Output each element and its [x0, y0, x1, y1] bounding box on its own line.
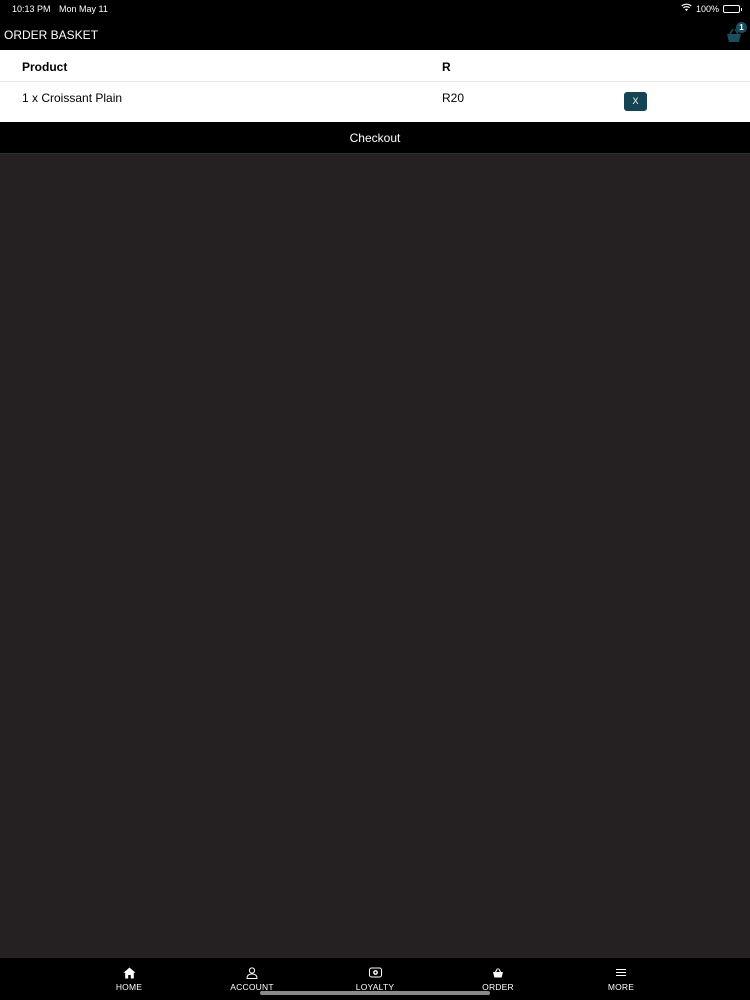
basket-button[interactable]: 1 — [724, 22, 748, 44]
cell-product-name: 1 x Croissant Plain — [22, 91, 123, 105]
page-title: ORDER BASKET — [4, 28, 99, 42]
account-icon — [246, 967, 258, 979]
checkout-button[interactable]: Checkout — [0, 122, 750, 154]
column-header-price: R — [442, 60, 451, 74]
tab-home[interactable]: HOME — [79, 958, 179, 1000]
status-bar: 10:13 PM Mon May 11 100% — [0, 0, 750, 18]
wifi-icon — [681, 3, 692, 14]
tab-label-more: MORE — [607, 982, 635, 992]
tab-label-home: HOME — [115, 982, 143, 992]
home-indicator[interactable] — [260, 991, 490, 995]
table-header: Product R — [0, 50, 750, 82]
remove-item-button[interactable]: X — [624, 92, 647, 111]
basket-icon — [493, 968, 503, 978]
home-icon — [123, 967, 136, 979]
app-header: ORDER BASKET 1 — [0, 18, 750, 50]
basket-count-badge: 1 — [736, 22, 747, 33]
loyalty-icon — [369, 967, 382, 978]
status-time: 10:13 PM — [12, 4, 51, 14]
table-row: 1 x Croissant Plain R20 X — [0, 82, 750, 122]
status-indicators: 100% — [681, 3, 742, 14]
column-header-product: Product — [22, 60, 68, 74]
battery-percent: 100% — [695, 3, 719, 14]
menu-icon — [616, 969, 626, 976]
battery-icon — [723, 4, 742, 13]
tab-more[interactable]: MORE — [571, 958, 671, 1000]
status-date: Mon May 11 — [59, 4, 108, 14]
basket-table: Product R 1 x Croissant Plain R20 X — [0, 50, 750, 122]
cell-price: R20 — [442, 91, 465, 105]
